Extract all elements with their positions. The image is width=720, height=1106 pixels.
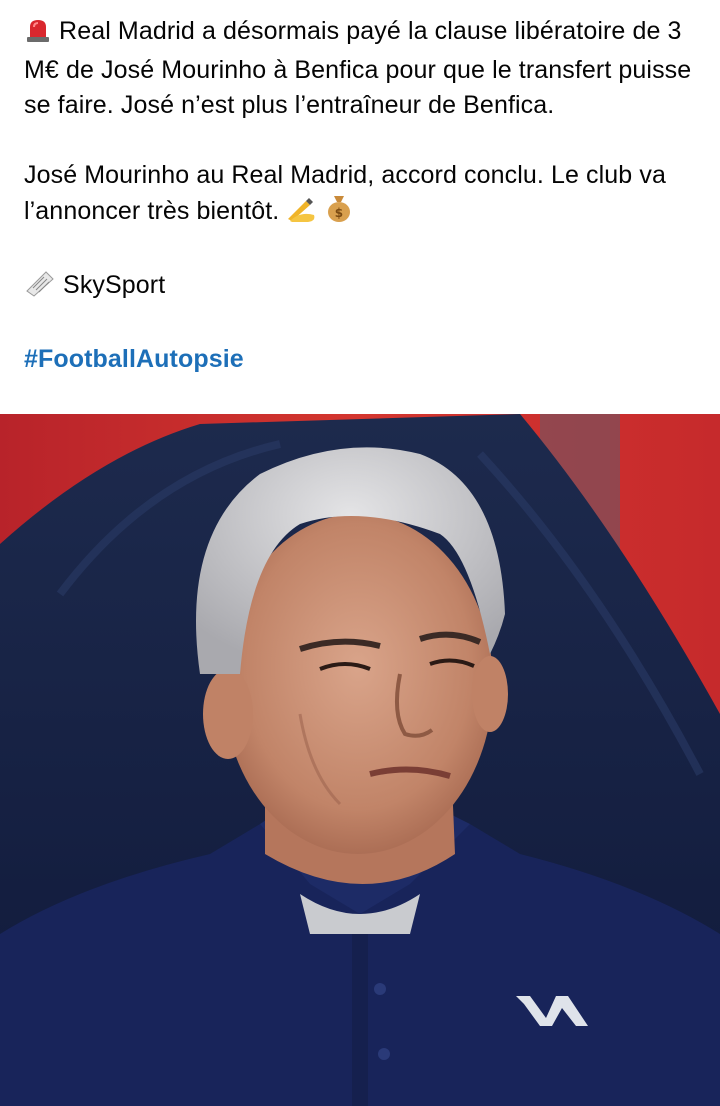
post-paragraph-1: Real Madrid a désormais payé la clause l… xyxy=(24,14,704,123)
post-text: Real Madrid a désormais payé la clause l… xyxy=(24,14,704,377)
hashtag-link[interactable]: #FootballAutopsie xyxy=(24,345,244,373)
writing-hand-icon xyxy=(286,197,318,233)
siren-icon xyxy=(24,17,52,53)
money-bag-icon: $ xyxy=(325,193,353,233)
post-photo[interactable] xyxy=(0,414,720,1106)
newspaper-icon xyxy=(24,269,56,307)
svg-text:$: $ xyxy=(335,206,343,220)
post-line-1: Real Madrid a désormais payé la clause l… xyxy=(24,17,692,119)
source-label: SkySport xyxy=(63,271,166,299)
post-source: SkySport xyxy=(24,268,704,307)
post-paragraph-2: José Mourinho au Real Madrid, accord con… xyxy=(24,158,704,233)
